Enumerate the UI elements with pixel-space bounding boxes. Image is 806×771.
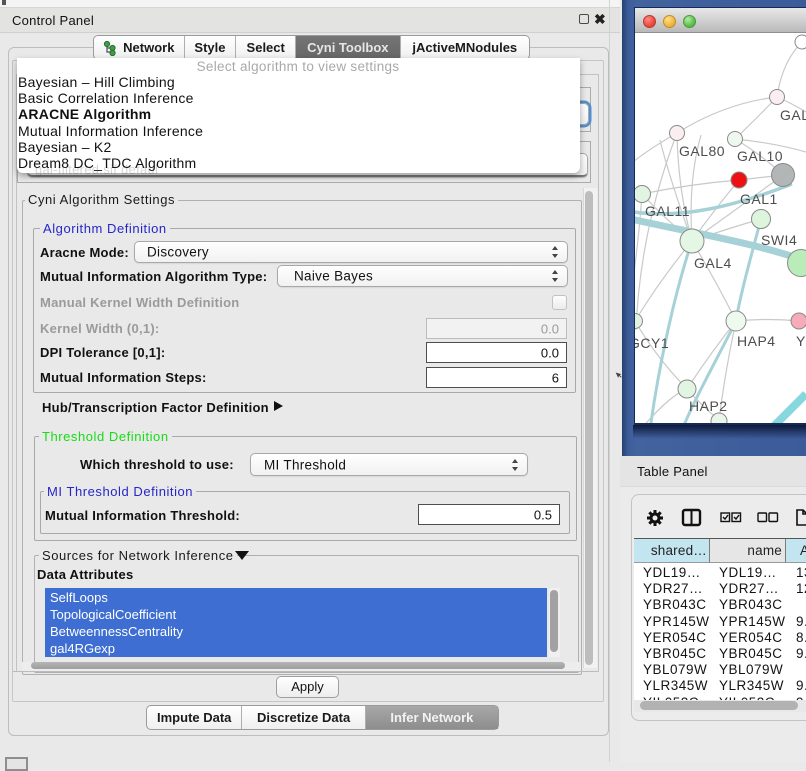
- svg-text:HAP2: HAP2: [689, 398, 728, 414]
- svg-text:SWI4: SWI4: [761, 232, 797, 248]
- svg-text:GAL11: GAL11: [645, 203, 690, 219]
- svg-text:GAL80: GAL80: [679, 143, 725, 159]
- svg-text:Y: Y: [796, 333, 806, 349]
- svg-text:HAP4: HAP4: [737, 333, 776, 349]
- svg-text:GAL4: GAL4: [694, 255, 732, 271]
- svg-text:GAL10: GAL10: [737, 148, 783, 164]
- svg-text:GAL: GAL: [780, 107, 806, 123]
- svg-text:GCY1: GCY1: [635, 335, 669, 351]
- svg-text:GAL1: GAL1: [740, 191, 778, 207]
